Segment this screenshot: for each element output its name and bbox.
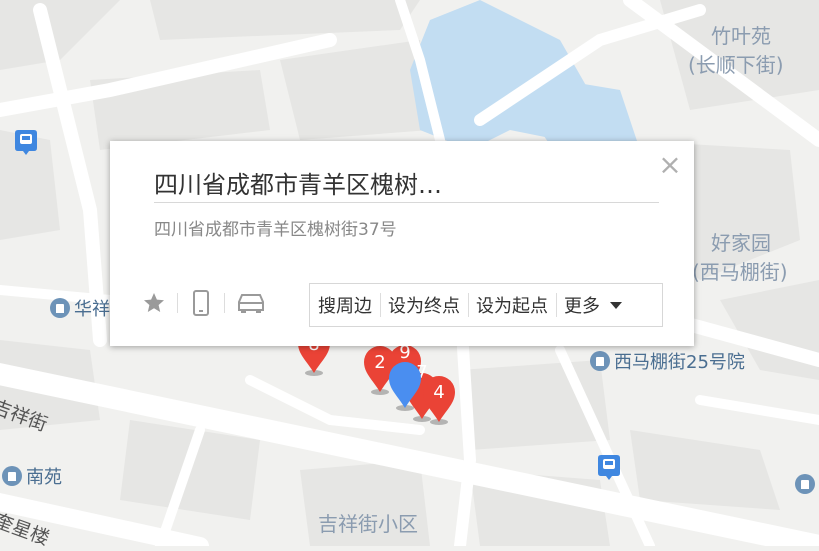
more-label: 更多 xyxy=(564,296,600,317)
card-icon-bar xyxy=(140,289,268,317)
marker-label: 4 xyxy=(433,382,444,403)
divider xyxy=(177,293,178,313)
set-as-start-button[interactable]: 设为起点 xyxy=(468,284,556,326)
favorite-star-icon[interactable] xyxy=(140,289,168,317)
close-button[interactable]: × xyxy=(658,151,682,179)
place-info-card: 四川省成都市青羊区槐树… × 四川省成都市青羊区槐树街37号 搜周边 设为终点 … xyxy=(110,141,694,346)
divider xyxy=(154,202,659,203)
set-as-destination-button[interactable]: 设为终点 xyxy=(380,284,468,326)
more-dropdown[interactable]: 更多 xyxy=(556,284,630,326)
send-to-phone-icon[interactable] xyxy=(187,289,215,317)
divider xyxy=(224,293,225,313)
caret-down-icon xyxy=(610,301,622,309)
search-nearby-button[interactable]: 搜周边 xyxy=(310,284,380,326)
place-title: 四川省成都市青羊区槐树… xyxy=(154,171,442,199)
place-address: 四川省成都市青羊区槐树街37号 xyxy=(154,220,397,240)
car-icon[interactable] xyxy=(234,289,268,317)
action-bar: 搜周边 设为终点 设为起点 更多 xyxy=(309,283,663,327)
marker-label: 2 xyxy=(374,352,385,373)
